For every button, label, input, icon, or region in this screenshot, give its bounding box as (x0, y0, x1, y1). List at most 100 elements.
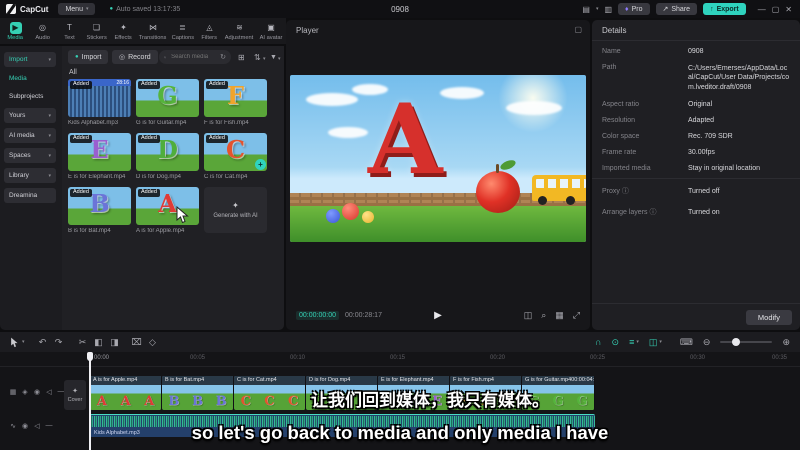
tab-text[interactable]: T Text (56, 22, 83, 41)
filter-caret-icon[interactable]: ▾ (278, 56, 281, 62)
tab-audio[interactable]: ◎ Audio (29, 22, 56, 41)
chevron-down-icon: ▾ (48, 172, 51, 179)
detail-value: 0908 (688, 48, 704, 55)
timeline-ruler[interactable]: 00:00 00:05 00:10 00:15 00:20 00:25 00:3… (0, 352, 800, 367)
tab-transitions[interactable]: ⋈ Transitions (137, 22, 169, 41)
share-icon: ↗ (662, 6, 669, 13)
all-filter-label[interactable]: All (69, 69, 77, 76)
media-item-a-apple[interactable]: Added A (136, 187, 199, 225)
tab-media[interactable]: ▶ Media (2, 21, 29, 41)
record-button[interactable]: ◎ Record (112, 50, 158, 64)
detach-player-icon[interactable]: ▢ (574, 25, 582, 34)
collapse-audio-icon[interactable]: — (44, 422, 54, 430)
main-track-magnet-icon[interactable]: ∩ (595, 337, 601, 347)
snapshot-icon[interactable]: ⌕ (541, 310, 546, 321)
select-tool-caret-icon[interactable]: ▾ (22, 339, 25, 345)
play-button[interactable]: ▶ (434, 310, 442, 321)
timeline-clip-b[interactable]: B is for Bat.mp4 BBB (162, 376, 234, 410)
sidebar-item-library[interactable]: Library ▾ (4, 168, 56, 183)
refresh-icon[interactable]: ↻ (220, 53, 226, 61)
minimize-button[interactable]: — (758, 5, 766, 14)
timeline-clip-a[interactable]: A is for Apple.mp4 AAA (90, 376, 162, 410)
sort-icon[interactable]: ⇅ (254, 53, 261, 62)
sidebar-item-spaces[interactable]: Spaces ▾ (4, 148, 56, 163)
media-item-name: E is for Elephant.mp4 (68, 174, 126, 180)
pro-button[interactable]: ♦ Pro (618, 3, 650, 15)
fullscreen-icon[interactable]: ⤢ (573, 310, 580, 321)
track-display-icon[interactable]: ◫ (649, 337, 658, 348)
tab-effects[interactable]: ✦ Effects (110, 22, 137, 41)
media-item-e-elephant[interactable]: Added E (68, 133, 131, 171)
playhead[interactable] (87, 352, 93, 450)
audio-levels-icon[interactable]: ≡ (629, 337, 634, 347)
tab-captions[interactable]: ≣ Captions (169, 22, 196, 41)
hide-audio-icon[interactable]: ◉ (20, 422, 30, 430)
tab-stickers[interactable]: ❏ Stickers (83, 22, 110, 41)
ratio-icon[interactable]: ▦ (555, 310, 564, 321)
sort-caret-icon[interactable]: ▾ (263, 56, 266, 62)
sidebar-item-import[interactable]: Import ▾ (4, 52, 56, 67)
detail-value: Stay in original location (688, 165, 760, 173)
share-button[interactable]: ↗ Share (655, 3, 698, 15)
mute-audio-icon[interactable]: ◁ (32, 422, 42, 430)
search-box[interactable]: ↻ (159, 50, 231, 64)
media-panel: ● Import ◎ Record ↻ ⊞ ⇅ ▾ ▼ ▾ All 28:16 … (62, 46, 284, 330)
sidebar-item-dreamina[interactable]: Dreamina (4, 188, 56, 203)
sidebar-item-yours[interactable]: Yours ▾ (4, 108, 56, 123)
auto-link-icon[interactable]: ⊙ (612, 337, 620, 348)
layout-caret-icon[interactable]: ▾ (596, 6, 599, 12)
mark-button[interactable]: ◇ (145, 337, 161, 348)
zoom-out-icon[interactable]: ⊖ (703, 337, 711, 348)
sidebar-item-ai-media[interactable]: AI media ▾ (4, 128, 56, 143)
video-preview[interactable]: A (290, 75, 586, 242)
view-grid-icon[interactable]: ⊞ (238, 53, 245, 62)
tab-filters[interactable]: ◬ Filters (196, 22, 223, 41)
undo-button[interactable]: ↶ (35, 337, 51, 348)
menu-button[interactable]: Menu ▾ (58, 3, 96, 15)
toggle-value[interactable]: Turned on (688, 209, 720, 216)
media-item-d-dog[interactable]: Added D (136, 133, 199, 171)
waveform-icon[interactable]: ∿ (8, 422, 18, 430)
add-to-timeline-button[interactable]: + (255, 159, 266, 170)
added-badge: Added (206, 81, 228, 89)
export-button[interactable]: ↑ Export (703, 3, 746, 15)
split-button[interactable]: ✂ (75, 337, 91, 348)
media-item-c-cat[interactable]: Added C + (204, 133, 267, 171)
close-button[interactable]: ✕ (785, 5, 792, 14)
search-input[interactable] (169, 53, 218, 61)
cloud (306, 93, 358, 106)
tab-ai-avatar[interactable]: ▣ AI avatar (256, 22, 286, 41)
layout-toggle-icon[interactable]: ▤ (582, 5, 590, 14)
zoom-in-icon[interactable]: ⊕ (782, 337, 790, 348)
delete-button[interactable]: ⌧ (129, 337, 145, 348)
detail-value: Adapted (688, 117, 715, 125)
zoom-slider-handle[interactable] (732, 338, 741, 346)
generate-with-ai-tile[interactable]: ✦ Generate with AI (204, 187, 267, 233)
delete-right-button[interactable]: ◨ (107, 337, 123, 348)
playhead-handle[interactable] (87, 352, 93, 361)
media-item-f-fish[interactable]: Added F (204, 79, 267, 117)
media-item-b-bat[interactable]: Added B (68, 187, 131, 225)
chevron-down-icon[interactable]: ▾ (636, 339, 639, 345)
chevron-down-icon[interactable]: ▾ (659, 339, 662, 345)
detail-label: Frame rate (602, 149, 637, 157)
media-item-g-guitar[interactable]: Added G (136, 79, 199, 117)
import-button[interactable]: ● Import (68, 50, 109, 64)
modify-button[interactable]: Modify (745, 310, 792, 325)
toggle-value[interactable]: Turned off (688, 188, 720, 195)
maximize-button[interactable]: ▢ (772, 5, 780, 14)
filter-icon[interactable]: ▼ (270, 54, 277, 61)
tab-adjustment[interactable]: ≋ Adjustment (223, 22, 256, 41)
mirror-preview-icon[interactable]: ◫ (524, 310, 533, 321)
redo-button[interactable]: ↷ (51, 337, 67, 348)
sidebar-item-subprojects[interactable]: Subprojects (4, 90, 56, 103)
media-item-kids-alphabet[interactable]: 28:16 Added (68, 79, 131, 117)
delete-left-button[interactable]: ◧ (91, 337, 107, 348)
select-tool-button[interactable] (10, 337, 19, 348)
panel-layout-icon[interactable]: ▥ (604, 5, 612, 14)
media-duration: 28:16 (116, 79, 129, 86)
timeline-clip-c[interactable]: C is for Cat.mp4 CCC (234, 376, 306, 410)
shortcuts-keyboard-icon[interactable]: ⌨ (680, 337, 693, 348)
sidebar-item-media[interactable]: Media (4, 72, 56, 85)
timeline-zoom-slider[interactable] (720, 338, 773, 346)
